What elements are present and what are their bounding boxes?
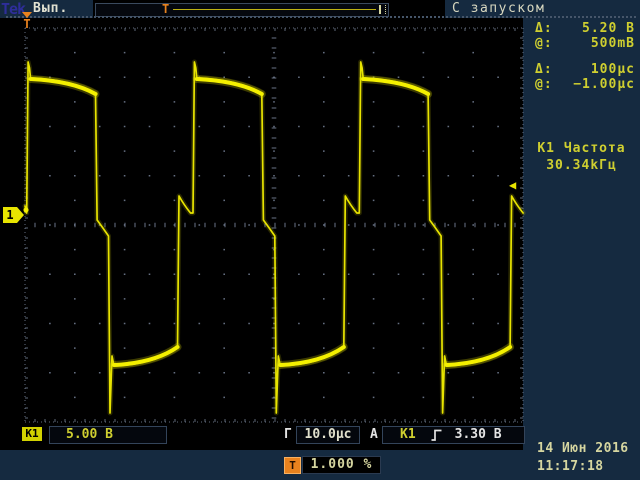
- measurement-label: Δ:: [535, 62, 553, 77]
- trigger-frequency-readout: К1 Частота 30.34kГц: [523, 140, 640, 174]
- trigger-level-arrow-icon: ◀: [509, 178, 516, 192]
- measurement-label: @:: [535, 77, 553, 92]
- date-text: 14 Июн 2016: [537, 440, 629, 458]
- trigger-menu-label: А: [370, 427, 378, 442]
- trigger-source: К1: [400, 427, 416, 443]
- record-trigger-marker: T: [162, 2, 169, 16]
- cursor-delta-voltage: Δ: 5.20 В: [535, 21, 635, 36]
- measurement-label: @:: [535, 36, 553, 51]
- measurement-value: 5.20 В: [582, 21, 635, 36]
- titlebar-separator: [6, 16, 636, 18]
- trigger-level-value: 3.30 В: [455, 427, 502, 443]
- horizontal-position-readout: 1.000 %: [302, 456, 381, 474]
- datetime: 14 Июн 2016 11:17:18: [537, 440, 629, 476]
- oscilloscope-screen: Tek Вып. T С запуском T 1 ◀ Δ: 5.20 В @:…: [0, 0, 640, 480]
- channel-1-marker: 1: [3, 207, 17, 223]
- frequency-readout-line2: 30.34kГц: [523, 157, 640, 174]
- channel-scale-readout: 5.00 В: [49, 426, 167, 444]
- cursor-at-voltage: @: 500mВ: [535, 36, 635, 51]
- acquisition-status: Вып.: [33, 1, 68, 16]
- horizontal-label: Г: [284, 427, 292, 442]
- trigger-readout: К1 3.30 В: [382, 426, 525, 444]
- horizontal-scale-readout: 10.0µс: [296, 426, 360, 444]
- rising-edge-icon: [430, 428, 443, 442]
- trigger-status: С запуском: [452, 1, 545, 16]
- channel-badge: К1: [22, 427, 42, 441]
- frequency-readout-line1: К1 Частота: [523, 140, 640, 157]
- record-window-line: [173, 9, 376, 10]
- measurement-value: −1.00µс: [573, 77, 635, 92]
- measurement-value: 500mВ: [591, 36, 635, 51]
- trigger-t-label: T: [21, 18, 33, 30]
- time-text: 11:17:18: [537, 458, 629, 476]
- cursor-delta-time: Δ: 100µс: [535, 62, 635, 77]
- horizontal-position-icon: T: [284, 457, 301, 474]
- record-window-bracket-icon: [379, 5, 386, 14]
- record-position-bar: T: [95, 3, 389, 17]
- measurement-value: 100µс: [591, 62, 635, 77]
- trigger-position-marker: T: [21, 12, 33, 30]
- measurement-label: Δ:: [535, 21, 553, 36]
- cursor-at-time: @: −1.00µс: [535, 77, 635, 92]
